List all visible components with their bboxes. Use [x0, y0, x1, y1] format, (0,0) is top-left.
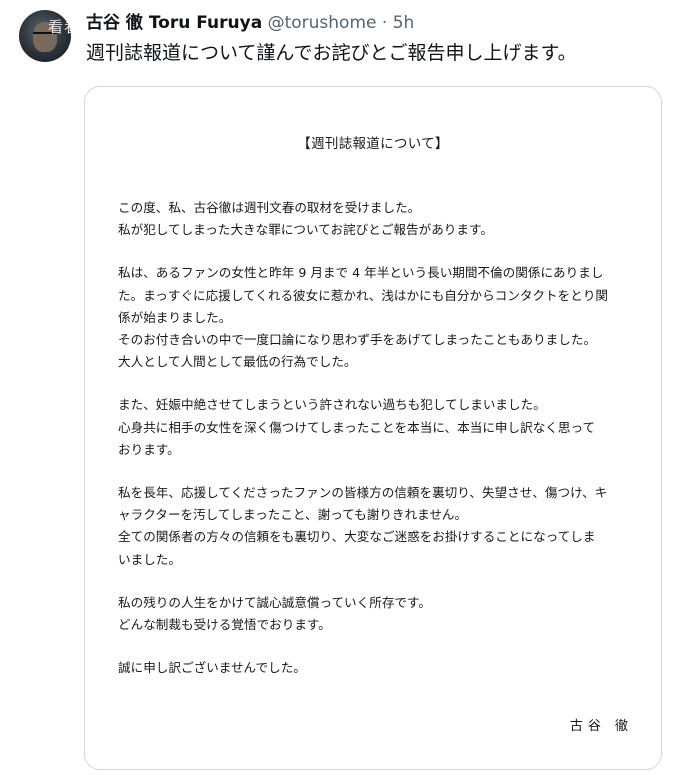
text-line: 私が犯してしまった大きな罪についてお詫びとご報告があります。 [118, 222, 493, 238]
paragraph: 私の残りの人生をかけて誠心誠意償っていく所存です。 どんな制裁も受ける覚悟でおり… [118, 592, 638, 636]
document-body: この度、私、古谷徹は週刊文春の取材を受けました。 私が犯してしまった大きな罪につ… [118, 197, 638, 700]
user-handle[interactable]: @torushome [268, 13, 377, 33]
paragraph: この度、私、古谷徹は週刊文春の取材を受けました。 私が犯してしまった大きな罪につ… [118, 197, 638, 241]
timestamp[interactable]: 5h [393, 13, 415, 33]
tweet-text: 週刊誌報道について謹んでお詫びとご報告申し上げます。 [86, 42, 577, 64]
text-line: 私の残りの人生をかけて誠心誠意償っていく所存です。 [118, 594, 431, 610]
display-name[interactable]: 古谷 徹 Toru Furuya [86, 13, 262, 33]
paragraph: 私は、あるファンの女性と昨年 9 月まで 4 年半という長い期間不倫の関係にあり… [118, 262, 638, 373]
text-line: 私は、あるファンの女性と昨年 9 月まで 4 年半という長い期間不倫の関係にあり… [118, 265, 604, 281]
text-line: 私を長年、応援してくださったファンの皆様方の信頼を裏切り、失望させ、傷つけ、キ [118, 485, 608, 501]
text-line: 誠に申し訳ございませんでした。 [118, 660, 306, 676]
text-line: 係が始まりました。 [118, 309, 232, 325]
text-line: また、妊娠中絶させてしまうという許されない過ちも犯してしまいました。 [118, 397, 546, 413]
text-line: この度、私、古谷徹は週刊文春の取材を受けました。 [118, 200, 421, 215]
image-attachment[interactable]: 【週刊誌報道について】 この度、私、古谷徹は週刊文春の取材を受けました。 私が犯… [84, 86, 662, 770]
signature: 古谷 徹 [569, 719, 633, 734]
text-line: おります。 [118, 441, 180, 457]
text-line: 全ての関係者の方々の信頼をも裏切り、大変なご迷惑をお掛けすることになってしま [118, 529, 596, 545]
text-line: ャラクターを汚してしまったこと、謝っても謝りきれません。 [118, 507, 468, 523]
watermark: 看看 [48, 18, 81, 36]
text-line: 大人として人間として最低の行為でした。 [118, 354, 357, 370]
separator-dot: · [381, 13, 388, 33]
text-line: いました。 [118, 551, 181, 567]
tweet-header: 古谷 徹 Toru Furuya @torushome · 5h [86, 12, 690, 34]
paragraph: また、妊娠中絶させてしまうという許されない過ちも犯してしまいました。 心身共に相… [118, 394, 638, 461]
text-line: た。まっすぐに応援してくれる彼女に惹かれ、浅はかにも自分からコンタクトをとり関 [118, 287, 609, 303]
text-line: どんな制裁も受ける覚悟でおります。 [118, 617, 331, 633]
text-line: 心身共に相手の女性を深く傷つけてしまったことを本当に、本当に申し訳なく思って [118, 419, 596, 435]
paragraph: 誠に申し訳ございませんでした。 [118, 657, 638, 679]
paragraph: 私を長年、応援してくださったファンの皆様方の信頼を裏切り、失望させ、傷つけ、キ … [118, 482, 638, 571]
document-title: 【週刊誌報道について】 [297, 136, 449, 152]
text-line: そのお付き合いの中で一度口論になり思わず手をあげてしまったこともありました。 [118, 332, 597, 348]
